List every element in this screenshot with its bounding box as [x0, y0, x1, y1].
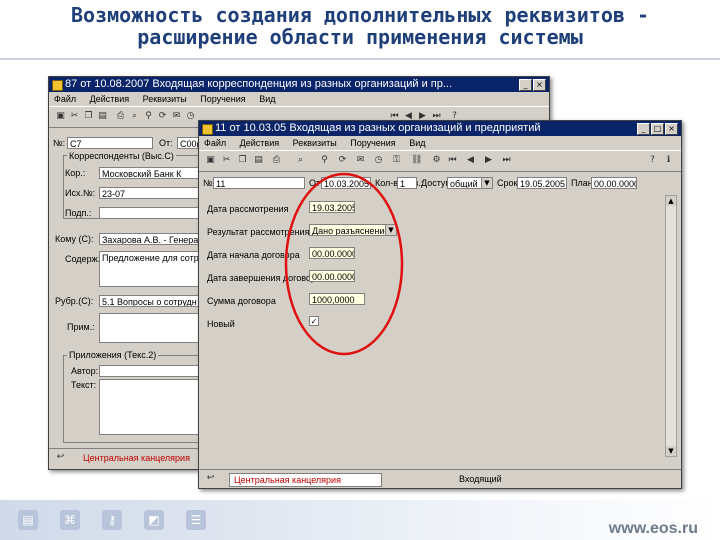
key-icon: ⚷ — [102, 510, 122, 530]
highlight-ellipse — [284, 172, 404, 356]
notes-icon: ☰ — [186, 510, 206, 530]
document-icon: ▤ — [18, 510, 38, 530]
footer-url: www.eos.ru — [608, 520, 698, 537]
network-icon: ⌘ — [60, 510, 80, 530]
folder-icon: ◩ — [144, 510, 164, 530]
highlight-overlay — [284, 172, 404, 356]
